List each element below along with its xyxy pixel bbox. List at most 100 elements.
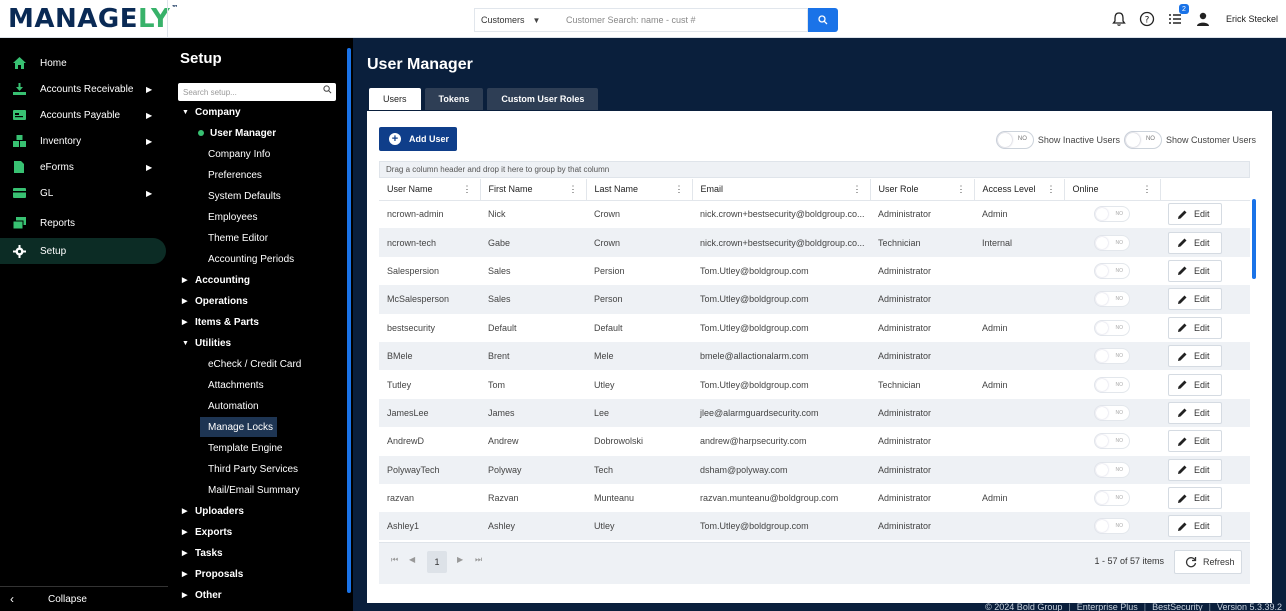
edit-button[interactable]: Edit: [1168, 288, 1222, 311]
column-menu-icon[interactable]: ⋮: [569, 184, 578, 195]
refresh-button[interactable]: Refresh: [1174, 550, 1242, 574]
user-name[interactable]: Erick Steckel: [1226, 14, 1278, 24]
table-row[interactable]: razvan Razvan Munteanu razvan.munteanu@bold…: [379, 484, 1250, 512]
table-row[interactable]: McSalesperson Sales Person Tom.Utley@boldgr…: [379, 285, 1250, 314]
app-logo[interactable]: MANAGELY™: [8, 4, 179, 34]
tree-item-echeck[interactable]: eCheck / Credit Card: [208, 354, 301, 374]
tree-item-third-party[interactable]: Third Party Services: [208, 459, 298, 479]
task-list-icon[interactable]: 2: [1166, 4, 1189, 28]
table-row[interactable]: Ashley1 Ashley Utley Tom.Utley@boldgroup.co…: [379, 512, 1250, 540]
tree-item-employees[interactable]: Employees: [208, 207, 257, 227]
tree-item-system-defaults[interactable]: System Defaults: [208, 186, 281, 206]
column-menu-icon[interactable]: ⋮: [853, 184, 862, 195]
bell-icon[interactable]: [1110, 10, 1128, 28]
tree-item-template-engine[interactable]: Template Engine: [208, 438, 283, 458]
online-toggle[interactable]: NO: [1094, 291, 1130, 308]
edit-button[interactable]: Edit: [1168, 515, 1222, 538]
online-toggle[interactable]: NO: [1094, 319, 1130, 336]
online-toggle[interactable]: NO: [1094, 461, 1130, 478]
tab-tokens[interactable]: Tokens: [424, 88, 484, 110]
tree-group-company[interactable]: ▼ Company: [182, 102, 241, 122]
setup-search-input[interactable]: Search setup...: [178, 83, 336, 101]
tree-group-accounting[interactable]: ▶ Accounting: [182, 270, 250, 290]
online-toggle[interactable]: NO: [1094, 376, 1130, 393]
edit-button[interactable]: Edit: [1168, 345, 1222, 368]
column-menu-icon[interactable]: ⋮: [463, 184, 472, 195]
online-toggle[interactable]: NO: [1094, 518, 1130, 535]
edit-button[interactable]: Edit: [1168, 487, 1222, 510]
tree-item-theme-editor[interactable]: Theme Editor: [208, 228, 268, 248]
tree-group-items-parts[interactable]: ▶ Items & Parts: [182, 312, 259, 332]
nav-item-accounts-payable[interactable]: Accounts Payable ▶: [0, 102, 168, 128]
group-by-bar[interactable]: Drag a column header and drop it here to…: [379, 161, 1250, 178]
edit-button[interactable]: Edit: [1168, 401, 1222, 424]
edit-button[interactable]: Edit: [1168, 231, 1222, 254]
edit-button[interactable]: Edit: [1168, 316, 1222, 339]
table-row[interactable]: PolywayTech Polyway Tech dsham@polyway.com A…: [379, 455, 1250, 484]
toggle-switch[interactable]: NO: [995, 131, 1034, 149]
edit-button[interactable]: Edit: [1168, 458, 1222, 481]
online-toggle[interactable]: NO: [1094, 404, 1130, 421]
tree-group-uploaders[interactable]: ▶ Uploaders: [182, 501, 244, 521]
customer-search-input[interactable]: Customer Search: name - cust #: [560, 8, 808, 32]
online-toggle[interactable]: NO: [1094, 206, 1130, 223]
column-header-last-name[interactable]: Last Name ⋮: [586, 179, 693, 201]
online-toggle[interactable]: NO: [1094, 234, 1130, 251]
column-header-access-level[interactable]: Access Level ⋮: [974, 179, 1065, 201]
tree-group-exports[interactable]: ▶ Exports: [182, 522, 232, 542]
search-button[interactable]: [808, 8, 838, 32]
online-toggle[interactable]: NO: [1094, 262, 1130, 279]
grid-scrollbar[interactable]: [1250, 179, 1258, 540]
nav-item-reports[interactable]: Reports: [0, 210, 168, 236]
search-type-select[interactable]: Customers ▼: [474, 8, 560, 32]
collapse-button[interactable]: ‹ Collapse: [0, 586, 168, 611]
table-row[interactable]: Salespersion Sales Persion Tom.Utley@boldgr…: [379, 257, 1250, 285]
help-icon[interactable]: ?: [1138, 10, 1156, 28]
tree-item-accounting-periods[interactable]: Accounting Periods: [208, 249, 294, 269]
column-header-user-role[interactable]: User Role ⋮: [870, 179, 975, 201]
table-row[interactable]: Tutley Tom Utley Tom.Utley@boldgroup.com Tec…: [379, 370, 1250, 398]
setup-scrollbar[interactable]: [346, 38, 353, 611]
last-page-icon[interactable]: ⏭: [475, 555, 482, 565]
column-menu-icon[interactable]: ⋮: [675, 184, 684, 195]
column-menu-icon[interactable]: ⋮: [957, 184, 966, 195]
tab-users[interactable]: Users: [369, 88, 421, 110]
online-toggle[interactable]: NO: [1094, 348, 1130, 365]
table-row[interactable]: ncrown-admin Nick Crown nick.crown+bestsecu…: [379, 200, 1250, 228]
table-row[interactable]: AndrewD Andrew Dobrowolski andrew@harpsecur…: [379, 427, 1250, 455]
tree-item-user-manager[interactable]: User Manager: [198, 123, 276, 143]
first-page-icon[interactable]: ⏮: [391, 555, 398, 565]
tree-item-attachments[interactable]: Attachments: [208, 375, 264, 395]
column-header-first-name[interactable]: First Name ⋮: [480, 179, 587, 201]
tree-item-preferences[interactable]: Preferences: [208, 165, 262, 185]
edit-button[interactable]: Edit: [1168, 259, 1222, 282]
tree-group-utilities[interactable]: ▼ Utilities: [182, 333, 231, 353]
user-avatar-icon[interactable]: [1194, 10, 1212, 28]
scrollbar-thumb[interactable]: [1252, 199, 1256, 279]
nav-item-setup[interactable]: Setup: [0, 238, 166, 264]
scrollbar-thumb[interactable]: [347, 48, 351, 593]
edit-button[interactable]: Edit: [1168, 373, 1222, 396]
edit-button[interactable]: Edit: [1168, 203, 1222, 226]
table-row[interactable]: ncrown-tech Gabe Crown nick.crown+bestsecur…: [379, 228, 1250, 257]
nav-item-inventory[interactable]: Inventory ▶: [0, 128, 168, 154]
show-inactive-toggle[interactable]: NO Show Inactive Users: [995, 131, 1120, 149]
tab-custom-user-roles[interactable]: Custom User Roles: [487, 88, 599, 110]
tree-item-automation[interactable]: Automation: [208, 396, 259, 416]
column-menu-icon[interactable]: ⋮: [1143, 184, 1152, 195]
tree-item-manage-locks[interactable]: Manage Locks: [200, 417, 278, 437]
edit-button[interactable]: Edit: [1168, 430, 1222, 453]
tree-group-other[interactable]: ▶ Other: [182, 585, 222, 605]
nav-item-home[interactable]: Home: [0, 50, 168, 76]
page-number-current[interactable]: 1: [427, 551, 447, 573]
tree-item-company-info[interactable]: Company Info: [208, 144, 270, 164]
column-menu-icon[interactable]: ⋮: [1047, 184, 1056, 195]
online-toggle[interactable]: NO: [1094, 490, 1130, 507]
tree-item-mail-summary[interactable]: Mail/Email Summary: [208, 480, 300, 500]
table-row[interactable]: bestsecurity Default Default Tom.Utley@bold…: [379, 314, 1250, 342]
show-customer-toggle[interactable]: NO Show Customer Users: [1123, 131, 1256, 149]
add-user-button[interactable]: + Add User: [379, 127, 457, 151]
tree-group-operations[interactable]: ▶ Operations: [182, 291, 248, 311]
nav-item-gl[interactable]: GL ▶: [0, 180, 168, 206]
toggle-switch[interactable]: NO: [1123, 131, 1162, 149]
